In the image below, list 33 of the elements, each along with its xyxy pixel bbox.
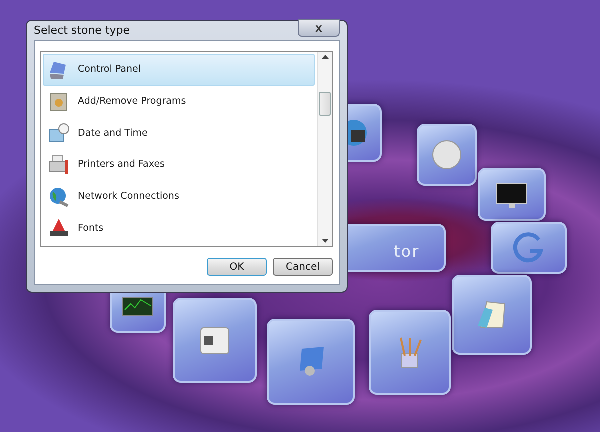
- item-label: Control Panel: [78, 64, 141, 76]
- letter-g-icon: [512, 231, 546, 265]
- scrollbar[interactable]: [317, 52, 332, 246]
- list-item[interactable]: Printers and Faxes: [43, 149, 315, 181]
- stone-tile[interactable]: [452, 275, 532, 355]
- scroll-up-icon[interactable]: [322, 55, 328, 59]
- box-icon: [48, 90, 70, 112]
- scroll-down-icon[interactable]: [322, 239, 328, 243]
- list-item[interactable]: Control Panel: [43, 54, 315, 86]
- scroll-thumb[interactable]: [319, 92, 331, 116]
- stone-tile[interactable]: [173, 298, 257, 383]
- item-label: Add/Remove Programs: [78, 96, 186, 107]
- item-label: Printers and Faxes: [78, 159, 166, 170]
- stone-tile[interactable]: [478, 168, 546, 221]
- list-item[interactable]: Add/Remove Programs: [43, 86, 315, 118]
- list-item[interactable]: Date and Time: [43, 117, 315, 150]
- dialog-button[interactable]: Cancel: [273, 258, 333, 276]
- stone-tile[interactable]: [417, 124, 477, 186]
- window-title: Select stone type: [34, 24, 130, 37]
- list-item[interactable]: Network Connections: [43, 180, 315, 212]
- dialog-button[interactable]: OK: [207, 258, 267, 276]
- calendar-clock-icon: [48, 122, 70, 144]
- globe-icon: [48, 186, 70, 208]
- item-label: Fonts: [78, 222, 104, 234]
- item-label: Date and Time: [78, 128, 148, 139]
- item-label: Network Connections: [78, 191, 180, 202]
- sphere-icon: [430, 138, 464, 172]
- tile-label: tor: [394, 242, 420, 261]
- printer-icon: [48, 154, 70, 176]
- stone-tile[interactable]: [491, 222, 567, 274]
- stone-tile[interactable]: [267, 319, 355, 405]
- stone-tile[interactable]: [369, 310, 451, 395]
- close-button[interactable]: x: [298, 18, 340, 36]
